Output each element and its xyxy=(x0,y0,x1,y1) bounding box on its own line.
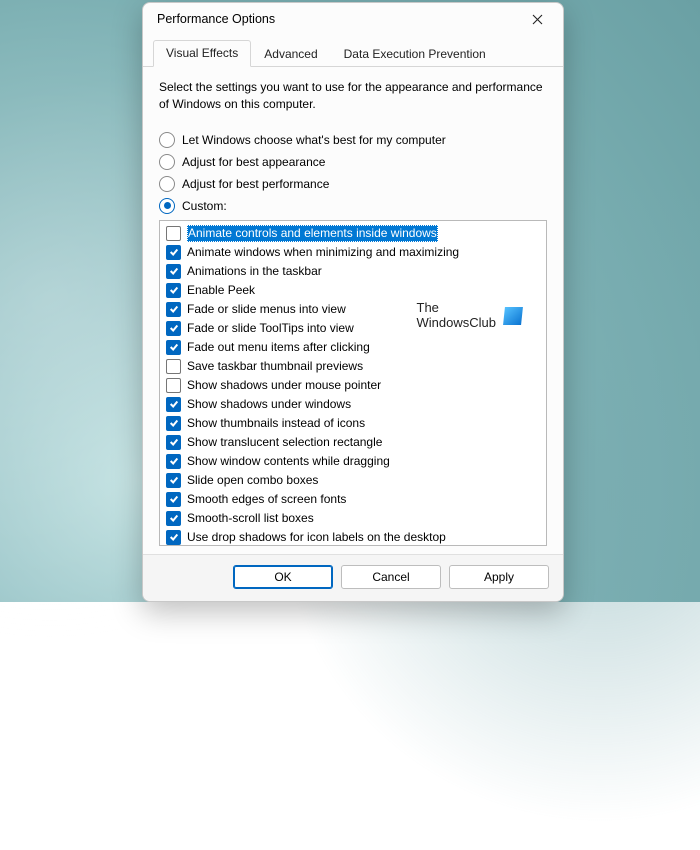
list-item-label: Animate controls and elements inside win… xyxy=(187,225,438,242)
radio-icon xyxy=(159,176,175,192)
radio-label: Adjust for best performance xyxy=(182,177,329,191)
list-item-label: Use drop shadows for icon labels on the … xyxy=(187,529,446,546)
list-item[interactable]: Enable Peek xyxy=(163,281,543,300)
tab-visual-effects[interactable]: Visual Effects xyxy=(153,40,251,67)
list-item-label: Smooth-scroll list boxes xyxy=(187,510,314,527)
list-item[interactable]: Animate controls and elements inside win… xyxy=(163,224,543,243)
list-item-label: Slide open combo boxes xyxy=(187,472,318,489)
checkbox-icon xyxy=(166,416,181,431)
list-item[interactable]: Fade or slide ToolTips into view xyxy=(163,319,543,338)
list-item[interactable]: Show shadows under windows xyxy=(163,395,543,414)
list-item-label: Show shadows under mouse pointer xyxy=(187,377,381,394)
list-item-label: Fade or slide menus into view xyxy=(187,301,346,318)
checkbox-icon xyxy=(166,473,181,488)
list-item-label: Show thumbnails instead of icons xyxy=(187,415,365,432)
radio-label: Adjust for best appearance xyxy=(182,155,325,169)
list-item[interactable]: Save taskbar thumbnail previews xyxy=(163,357,543,376)
list-item-label: Fade or slide ToolTips into view xyxy=(187,320,354,337)
list-item[interactable]: Slide open combo boxes xyxy=(163,471,543,490)
radio-icon xyxy=(159,154,175,170)
performance-options-dialog: Performance Options Visual EffectsAdvanc… xyxy=(142,2,564,602)
list-item-label: Smooth edges of screen fonts xyxy=(187,491,346,508)
radio-icon xyxy=(159,132,175,148)
list-item[interactable]: Show window contents while dragging xyxy=(163,452,543,471)
radio-group: Let Windows choose what's best for my co… xyxy=(159,128,547,220)
list-item[interactable]: Fade or slide menus into view xyxy=(163,300,543,319)
list-item-label: Animations in the taskbar xyxy=(187,263,322,280)
radio-label: Let Windows choose what's best for my co… xyxy=(182,133,446,147)
radio-option[interactable]: Adjust for best appearance xyxy=(159,154,547,170)
checkbox-icon xyxy=(166,454,181,469)
checkbox-icon xyxy=(166,245,181,260)
checkbox-icon xyxy=(166,378,181,393)
checkbox-icon xyxy=(166,530,181,545)
checkbox-icon xyxy=(166,492,181,507)
radio-label: Custom: xyxy=(182,199,227,213)
ok-button[interactable]: OK xyxy=(233,565,333,589)
list-item-label: Enable Peek xyxy=(187,282,255,299)
radio-icon xyxy=(159,198,175,214)
tab-advanced[interactable]: Advanced xyxy=(251,41,330,67)
list-item[interactable]: Show thumbnails instead of icons xyxy=(163,414,543,433)
list-item[interactable]: Use drop shadows for icon labels on the … xyxy=(163,528,543,546)
checkbox-icon xyxy=(166,340,181,355)
tab-strip: Visual EffectsAdvancedData Execution Pre… xyxy=(143,35,563,67)
visual-effects-list[interactable]: The WindowsClub Animate controls and ele… xyxy=(159,220,547,546)
radio-option[interactable]: Custom: xyxy=(159,198,547,214)
list-item-label: Animate windows when minimizing and maxi… xyxy=(187,244,459,261)
window-titlebar[interactable]: Performance Options xyxy=(143,3,563,35)
checkbox-icon xyxy=(166,226,181,241)
tab-data-execution-prevention[interactable]: Data Execution Prevention xyxy=(331,41,499,67)
radio-option[interactable]: Adjust for best performance xyxy=(159,176,547,192)
list-item-label: Show translucent selection rectangle xyxy=(187,434,382,451)
list-item[interactable]: Show shadows under mouse pointer xyxy=(163,376,543,395)
list-item[interactable]: Animations in the taskbar xyxy=(163,262,543,281)
checkbox-icon xyxy=(166,264,181,279)
radio-option[interactable]: Let Windows choose what's best for my co… xyxy=(159,132,547,148)
list-item-label: Fade out menu items after clicking xyxy=(187,339,370,356)
list-item[interactable]: Smooth edges of screen fonts xyxy=(163,490,543,509)
checkbox-icon xyxy=(166,511,181,526)
list-item[interactable]: Fade out menu items after clicking xyxy=(163,338,543,357)
checkbox-icon xyxy=(166,302,181,317)
list-item-label: Save taskbar thumbnail previews xyxy=(187,358,363,375)
checkbox-icon xyxy=(166,435,181,450)
cancel-button[interactable]: Cancel xyxy=(341,565,441,589)
window-title: Performance Options xyxy=(157,12,519,26)
close-icon xyxy=(532,14,543,25)
checkbox-icon xyxy=(166,397,181,412)
list-item[interactable]: Show translucent selection rectangle xyxy=(163,433,543,452)
close-button[interactable] xyxy=(519,5,555,33)
checkbox-icon xyxy=(166,321,181,336)
list-item-label: Show window contents while dragging xyxy=(187,453,390,470)
list-item[interactable]: Smooth-scroll list boxes xyxy=(163,509,543,528)
list-item[interactable]: Animate windows when minimizing and maxi… xyxy=(163,243,543,262)
dialog-footer: OK Cancel Apply xyxy=(143,554,563,601)
checkbox-icon xyxy=(166,283,181,298)
list-item-label: Show shadows under windows xyxy=(187,396,351,413)
tab-content: Select the settings you want to use for … xyxy=(143,67,563,554)
apply-button[interactable]: Apply xyxy=(449,565,549,589)
checkbox-icon xyxy=(166,359,181,374)
instruction-text: Select the settings you want to use for … xyxy=(159,79,547,114)
